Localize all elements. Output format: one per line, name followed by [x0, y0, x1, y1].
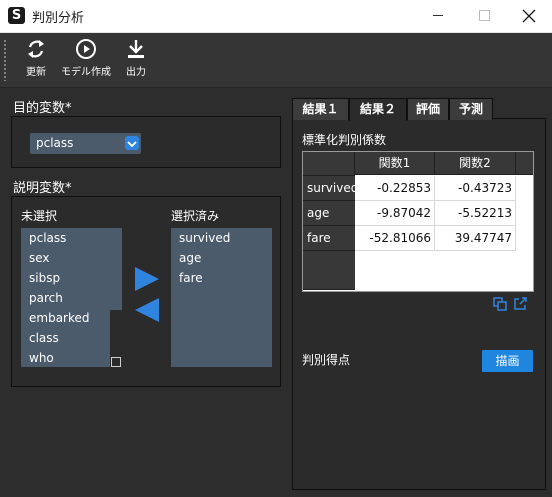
- table-corner: [303, 152, 355, 176]
- scrollbar-thumb[interactable]: [110, 228, 122, 310]
- create-model-button[interactable]: モデル作成: [58, 36, 114, 84]
- table-cell[interactable]: -5.52213: [435, 201, 516, 226]
- draw-button[interactable]: 描画: [482, 350, 533, 372]
- tab-evaluation[interactable]: 評価: [407, 98, 449, 120]
- unselected-listbox[interactable]: pclass sex sibsp parch embarked class wh…: [21, 228, 110, 367]
- column-header-filler: [516, 152, 533, 175]
- tab-result1[interactable]: 結果１: [292, 98, 349, 120]
- refresh-button-label: 更新: [26, 67, 46, 78]
- list-item[interactable]: parch: [29, 291, 63, 305]
- list-item[interactable]: class: [29, 331, 59, 345]
- table-cell[interactable]: -0.43723: [435, 176, 516, 201]
- maximize-icon: [479, 10, 490, 21]
- list-item[interactable]: fare: [179, 271, 203, 285]
- selected-label: 選択済み: [171, 209, 220, 223]
- row-header-filler: [303, 251, 355, 290]
- result-title: 標準化判別係数: [302, 133, 387, 147]
- list-item[interactable]: embarked: [29, 311, 90, 325]
- toolbar-grip[interactable]: [4, 39, 6, 81]
- explanatory-variables-label: 説明変数*: [13, 181, 72, 196]
- row-header[interactable]: age: [303, 201, 355, 226]
- minimize-button[interactable]: [416, 0, 462, 32]
- tab-prediction[interactable]: 予測: [449, 98, 493, 120]
- list-item[interactable]: sibsp: [29, 271, 60, 285]
- table-cell[interactable]: -0.22853: [355, 176, 435, 201]
- arrow-left-icon: [135, 298, 159, 322]
- close-button[interactable]: [508, 0, 552, 32]
- table-cell[interactable]: -9.87042: [355, 201, 435, 226]
- selected-listbox[interactable]: survived age fare: [171, 228, 272, 367]
- create-model-button-label: モデル作成: [61, 67, 111, 78]
- window-title: 判別分析: [32, 11, 85, 26]
- coefficients-table: 関数1 関数2 survived -0.22853 -0.43723 age -…: [302, 151, 534, 292]
- list-item[interactable]: who: [29, 351, 54, 365]
- row-header[interactable]: fare: [303, 226, 355, 251]
- remove-variable-button[interactable]: [132, 295, 162, 325]
- table-cell[interactable]: -52.81066: [355, 226, 435, 251]
- unselected-scrollbar[interactable]: [110, 228, 122, 367]
- target-variable-label: 目的変数*: [13, 101, 72, 116]
- row-header[interactable]: survived: [303, 176, 358, 201]
- target-variable-select[interactable]: pclass: [30, 133, 141, 154]
- toolbar: 更新 モデル作成 出力: [0, 33, 552, 88]
- close-icon: [522, 9, 536, 23]
- export-button-label: 出力: [126, 67, 146, 78]
- discriminant-score-label: 判別得点: [302, 353, 351, 367]
- column-header[interactable]: 関数2: [435, 152, 516, 175]
- add-variable-button[interactable]: [132, 264, 162, 294]
- list-item[interactable]: survived: [179, 231, 230, 245]
- download-icon: [128, 40, 144, 58]
- list-item[interactable]: age: [179, 251, 201, 265]
- title-bar: S 判別分析: [0, 0, 552, 33]
- column-header[interactable]: 関数1: [355, 152, 435, 175]
- list-item[interactable]: pclass: [29, 231, 66, 245]
- unselected-label: 未選択: [21, 209, 58, 223]
- app-icon: S: [8, 7, 25, 24]
- open-external-icon[interactable]: [513, 296, 527, 310]
- discriminant-analysis-window: S 判別分析 更新 モデル作成 出力 目的変数* pclass 説明変数* 未選…: [0, 0, 552, 497]
- copy-icon[interactable]: [493, 296, 507, 311]
- table-cell[interactable]: 39.47747: [435, 226, 516, 251]
- refresh-button[interactable]: 更新: [20, 36, 52, 84]
- chevron-down-icon: [125, 136, 139, 150]
- list-item[interactable]: sex: [29, 251, 50, 265]
- target-variable-value: pclass: [36, 136, 74, 150]
- arrow-right-icon: [135, 267, 159, 291]
- resize-grip[interactable]: [111, 357, 121, 367]
- maximize-button[interactable]: [462, 0, 508, 32]
- tab-result2[interactable]: 結果２: [349, 98, 407, 121]
- minimize-icon: [433, 15, 443, 16]
- export-button[interactable]: 出力: [120, 36, 152, 84]
- refresh-icon: [28, 40, 44, 58]
- play-circle-icon: [76, 39, 96, 59]
